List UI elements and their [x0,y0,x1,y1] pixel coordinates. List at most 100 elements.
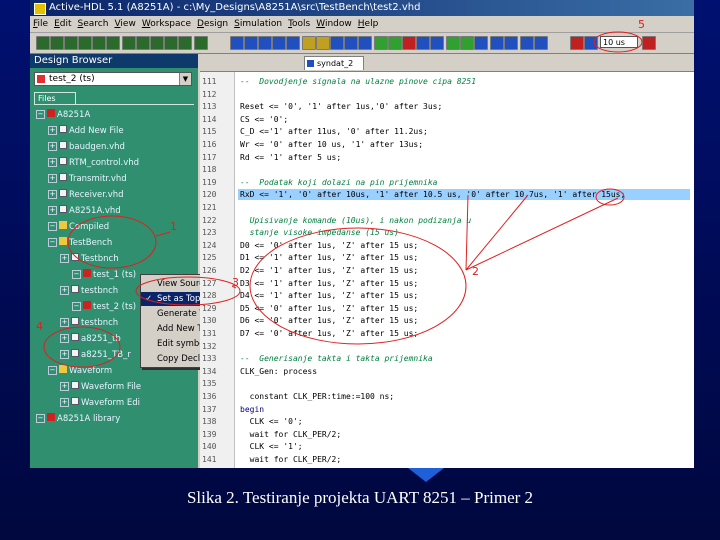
toolbar-button-icon[interactable] [642,36,656,50]
toolbar-button-icon[interactable] [164,36,178,50]
tree-item[interactable]: − A8251A library [36,413,120,424]
toolbar-button-icon[interactable] [330,36,344,50]
toolbar-button-icon[interactable] [230,36,244,50]
expand-toggle-icon[interactable]: + [48,142,57,151]
menu-item-design[interactable]: Design [194,16,231,32]
toolbar-button-icon[interactable] [416,36,430,50]
editor-tab-label: syndat_2 [317,59,354,68]
toolbar-button-icon[interactable] [136,36,150,50]
expand-toggle-icon[interactable]: + [60,334,69,343]
code-line: D6 <= '0' after 1us, 'Z' after 15 us; [240,316,419,326]
expand-toggle-icon[interactable]: − [48,222,57,231]
simulation-time-field[interactable]: 10 us [600,36,638,48]
tree-item[interactable]: + testbnch [60,317,118,328]
line-number: 129 [202,303,217,313]
toolbar-button-icon[interactable] [286,36,300,50]
toolbar-button-icon[interactable] [106,36,120,50]
expand-toggle-icon[interactable]: + [60,350,69,359]
app-icon [34,3,46,15]
file-icon [59,205,67,213]
toolbar-button-icon[interactable] [474,36,488,50]
tree-item[interactable]: + Transmitr.vhd [48,173,127,184]
menu-item-help[interactable]: Help [355,16,382,32]
toolbar-button-icon[interactable] [504,36,518,50]
menu-item-simulation[interactable]: Simulation [231,16,285,32]
toolbar-button-icon[interactable] [446,36,460,50]
editor-tabbar: syndat_2 [200,54,694,72]
toolbar-button-icon[interactable] [178,36,192,50]
expand-toggle-icon[interactable]: − [48,366,57,375]
expand-toggle-icon[interactable]: − [72,302,81,311]
menu-item-view[interactable]: View [111,16,138,32]
toolbar-button-icon[interactable] [50,36,64,50]
toolbar-button-icon[interactable] [388,36,402,50]
expand-toggle-icon[interactable]: + [60,398,69,407]
expand-toggle-icon[interactable]: − [36,414,45,423]
tree-item[interactable]: + Waveform Edi [60,397,140,408]
tree-item[interactable]: − test_2 (ts) [72,301,136,312]
toolbar-button-icon[interactable] [150,36,164,50]
tree-item[interactable]: + baudgen.vhd [48,141,125,152]
toolbar-button-icon[interactable] [570,36,584,50]
expand-toggle-icon[interactable]: − [36,110,45,119]
chevron-down-icon[interactable]: ▼ [179,73,191,85]
menu-item-workspace[interactable]: Workspace [139,16,194,32]
menu-item-edit[interactable]: Edit [51,16,74,32]
tree-item[interactable]: − TestBench [48,237,112,248]
tree-item[interactable]: + Testbnch [60,253,119,264]
toolbar-button-icon[interactable] [520,36,534,50]
toolbar-button-icon[interactable] [490,36,504,50]
expand-toggle-icon[interactable]: + [48,190,57,199]
menu-item-tools[interactable]: Tools [285,16,313,32]
menu-item-search[interactable]: Search [75,16,112,32]
expand-toggle-icon[interactable]: + [60,286,69,295]
tree-item[interactable]: + a8251_TB_r [60,349,131,360]
toolbar-button-icon[interactable] [316,36,330,50]
toolbar-button-icon[interactable] [194,36,208,50]
menu-item-window[interactable]: Window [313,16,355,32]
menu-item-file[interactable]: File [30,16,51,32]
tree-item[interactable]: + Receiver.vhd [48,189,124,200]
toolbar-button-icon[interactable] [374,36,388,50]
code-line: CS <= '0'; [240,114,289,124]
tree-item[interactable]: + a8251_tb [60,333,121,344]
tab-files[interactable]: Files [34,92,76,104]
toolbar-button-icon[interactable] [302,36,316,50]
expand-toggle-icon[interactable]: + [48,158,57,167]
toolbar-button-icon[interactable] [244,36,258,50]
design-selector[interactable]: test_2 (ts) ▼ [34,72,192,86]
editor-tab[interactable]: syndat_2 [304,56,364,70]
toolbar-button-icon[interactable] [272,36,286,50]
toolbar-button-icon[interactable] [258,36,272,50]
toolbar-button-icon[interactable] [36,36,50,50]
expand-toggle-icon[interactable]: + [60,382,69,391]
toolbar-button-icon[interactable] [122,36,136,50]
tree-item[interactable]: − A8251A [36,109,90,120]
expand-toggle-icon[interactable]: − [72,270,81,279]
toolbar-button-icon[interactable] [344,36,358,50]
toolbar-button-icon[interactable] [460,36,474,50]
toolbar-button-icon[interactable] [92,36,106,50]
expand-toggle-icon[interactable]: + [48,126,57,135]
expand-toggle-icon[interactable]: + [60,318,69,327]
toolbar-button-icon[interactable] [358,36,372,50]
tree-item[interactable]: − test_1 (ts) [72,269,136,280]
toolbar-button-icon[interactable] [64,36,78,50]
tree-item[interactable]: + RTM_control.vhd [48,157,139,168]
toolbar-button-icon[interactable] [584,36,598,50]
toolbar-button-icon[interactable] [78,36,92,50]
tree-item[interactable]: − Compiled [48,221,109,232]
tree-item[interactable]: − Waveform [48,365,112,376]
annotation-label-4: 4 [36,320,43,333]
expand-toggle-icon[interactable]: − [48,238,57,247]
expand-toggle-icon[interactable]: + [60,254,69,263]
toolbar-button-icon[interactable] [534,36,548,50]
tree-item[interactable]: + Waveform File [60,381,141,392]
tree-item[interactable]: + A8251A.vhd [48,205,121,216]
expand-toggle-icon[interactable]: + [48,174,57,183]
tree-item[interactable]: + Add New File [48,125,124,136]
toolbar-button-icon[interactable] [430,36,444,50]
expand-toggle-icon[interactable]: + [48,206,57,215]
tree-item[interactable]: + testbnch [60,285,118,296]
toolbar-button-icon[interactable] [402,36,416,50]
